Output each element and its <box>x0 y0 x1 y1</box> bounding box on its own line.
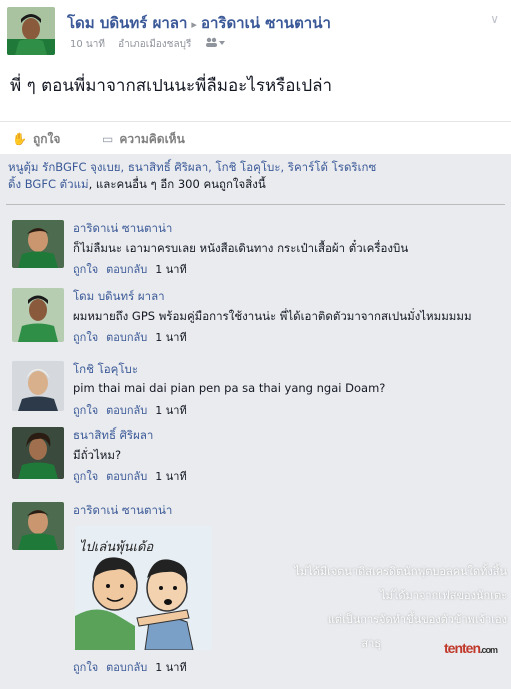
commenter-avatar[interactable] <box>12 361 64 411</box>
post-time[interactable]: 10 นาที <box>70 39 105 50</box>
comment-meta: ถูกใจ ตอบกลับ 1 นาที <box>73 328 195 346</box>
post-location[interactable]: อำเภอเมืองชลบุรี <box>118 39 191 50</box>
comment-label: ความคิดเห็น <box>119 132 185 146</box>
comment-reply-link[interactable]: ตอบกลับ <box>106 263 147 276</box>
comment-like-link[interactable]: ถูกใจ <box>73 331 98 344</box>
commenter-avatar[interactable] <box>12 427 64 479</box>
post-text: พี่ ๆ ตอนพี่มาจากสเปนนะพี่ลืมอะไรหรือเปล… <box>10 76 333 96</box>
comment-time[interactable]: 1 นาที <box>155 263 186 276</box>
site-logo: tenten.com <box>444 640 498 656</box>
comment-meta: ถูกใจ ตอบกลับ 1 นาที <box>73 658 195 676</box>
commenter-avatar[interactable] <box>12 220 64 268</box>
comment-button[interactable]: ▭ ความคิดเห็น <box>102 130 185 149</box>
post-card: โดม บดินทร์ ผาลา ▸ อาริดาเน่ ซานตาน่า ∨ 10… <box>0 0 511 154</box>
commenter-name[interactable]: โดม บดินทร์ ผาลา <box>73 288 165 306</box>
comment-time[interactable]: 1 นาที <box>155 404 186 417</box>
comment-time[interactable]: 1 นาที <box>155 470 186 483</box>
commenter-name[interactable]: โกชิ โอคุโบะ <box>73 361 138 379</box>
comment-time[interactable]: 1 นาที <box>155 661 186 674</box>
comment-meta: ถูกใจ ตอบกลับ 1 นาที <box>73 401 195 419</box>
comment-text: ผมหมายถึง GPS พร้อมคู่มือการใช้งานน่ะ พี… <box>73 309 472 323</box>
likers-names[interactable]: หนูตุ้ม รักBGFC จุงเบย, ธนาสิทธิ์ ศิริผล… <box>8 160 376 174</box>
likers-mid[interactable]: ดิ้ง BGFC ตัวแม่ <box>8 177 89 191</box>
comment-reply-link[interactable]: ตอบกลับ <box>106 661 147 674</box>
comment-like-link[interactable]: ถูกใจ <box>73 404 98 417</box>
comment-like-link[interactable]: ถูกใจ <box>73 470 98 483</box>
commenter-avatar[interactable] <box>12 502 64 550</box>
friends-icon[interactable] <box>205 37 225 50</box>
likers-and: , และคนอื่น ๆ อีก 300 คนถูกใจสิ่งนี้ <box>88 177 266 191</box>
comment-text: pim thai mai dai pian pen pa sa thai yan… <box>73 381 386 395</box>
comment-like-link[interactable]: ถูกใจ <box>73 263 98 276</box>
comment-text: มีถั่วไหม? <box>73 448 122 462</box>
watermark-line: ไม่ได้มาจากเฟสของนักเตะ <box>380 589 507 602</box>
sticker-image[interactable]: ไปเล่นพุ้นเด้อ <box>75 526 212 650</box>
comment-reply-link[interactable]: ตอบกลับ <box>106 404 147 417</box>
share-arrow-icon: ▸ <box>191 18 197 31</box>
post-header: โดม บดินทร์ ผาลา ▸ อาริดาเน่ ซานตาน่า <box>67 11 331 35</box>
thumbs-up-icon: ✋ <box>12 132 27 146</box>
watermark-line: แต่เป็นการจัดทำขึ้นของตัวข้าพเจ้าเอง <box>327 613 507 626</box>
comment-time[interactable]: 1 นาที <box>155 331 186 344</box>
comment-text: ก็ไม่ลืมนะ เอามาครบเลย หนังสือเดินทาง กร… <box>73 241 409 255</box>
sticker-caption: ไปเล่นพุ้นเด้อ <box>79 540 154 555</box>
commenter-name[interactable]: อาริดาเน่ ซานตาน่า <box>73 502 172 520</box>
divider <box>6 204 505 205</box>
comment-meta: ถูกใจ ตอบกลับ 1 นาที <box>73 467 195 485</box>
commenter-name[interactable]: ธนาสิทธิ์ ศิริผลา <box>73 427 153 445</box>
like-button[interactable]: ✋ ถูกใจ <box>12 130 60 149</box>
target-name[interactable]: อาริดาเน่ ซานตาน่า <box>201 14 331 32</box>
comment-reply-link[interactable]: ตอบกลับ <box>106 331 147 344</box>
comment-meta: ถูกใจ ตอบกลับ 1 นาที <box>73 260 195 278</box>
comment-like-link[interactable]: ถูกใจ <box>73 661 98 674</box>
chevron-down-icon[interactable]: ∨ <box>490 12 499 26</box>
commenter-name[interactable]: อาริดาเน่ ซานตาน่า <box>73 220 172 238</box>
like-label: ถูกใจ <box>32 132 61 146</box>
likes-summary: หนูตุ้ม รักBGFC จุงเบย, ธนาสิทธิ์ ศิริผล… <box>8 159 498 193</box>
author-name[interactable]: โดม บดินทร์ ผาลา <box>67 14 187 32</box>
comments-section: หนูตุ้ม รักBGFC จุงเบย, ธนาสิทธิ์ ศิริผล… <box>0 154 511 689</box>
post-meta: 10 นาที อำเภอเมืองชลบุรี <box>70 37 235 52</box>
author-avatar[interactable] <box>7 7 55 55</box>
watermark-line: ไม่ได้มีเจตนาดิสเครดิตนักฟุตบอลคนใดทั้งส… <box>294 565 507 578</box>
comment-reply-link[interactable]: ตอบกลับ <box>106 470 147 483</box>
post-actions-bar: ✋ ถูกใจ ▭ ความคิดเห็น <box>0 121 511 154</box>
comment-bubble-icon: ▭ <box>102 132 114 146</box>
commenter-avatar[interactable] <box>12 288 64 342</box>
